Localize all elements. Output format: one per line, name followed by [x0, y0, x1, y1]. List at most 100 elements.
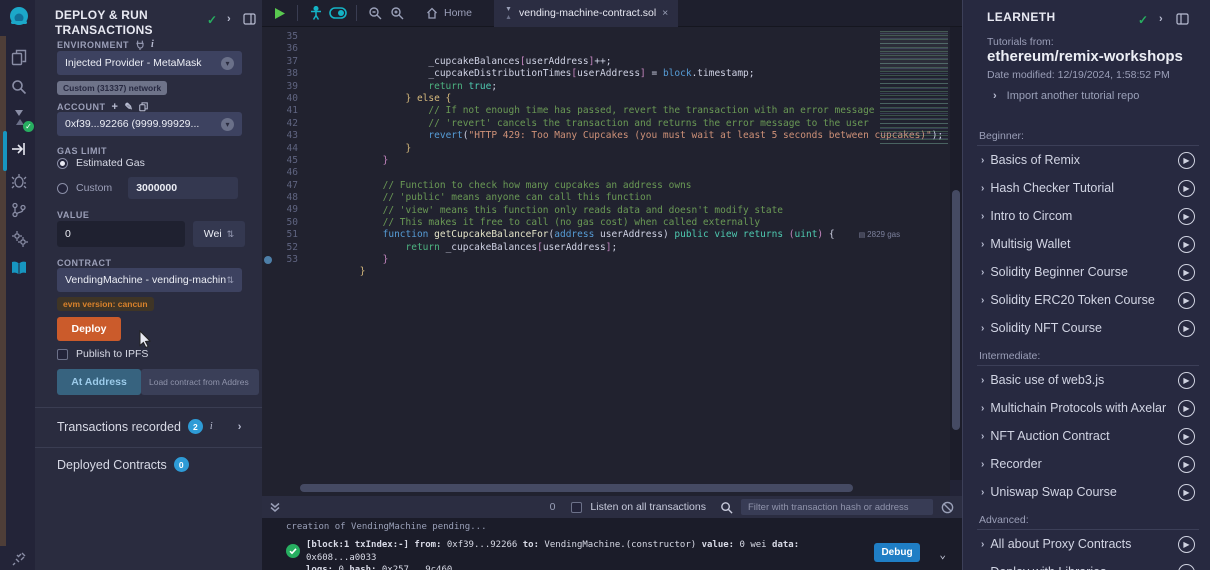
- play-tutorial-button[interactable]: ▶: [1178, 372, 1195, 389]
- line-number[interactable]: 38: [262, 68, 298, 80]
- listen-all-checkbox[interactable]: [571, 502, 582, 513]
- custom-gas-option[interactable]: Custom: [57, 177, 238, 199]
- tutorial-item[interactable]: › NFT Auction Contract ▶: [977, 422, 1199, 450]
- line-number[interactable]: 41: [262, 105, 298, 117]
- debug-button[interactable]: Debug: [874, 543, 920, 562]
- tutorial-item[interactable]: › Basic use of web3.js ▶: [977, 366, 1199, 394]
- play-tutorial-button[interactable]: ▶: [1178, 320, 1195, 337]
- solidity-compiler-icon[interactable]: ✓: [7, 105, 31, 129]
- line-number[interactable]: 53: [262, 254, 298, 266]
- tutorial-item[interactable]: › Basics of Remix ▶: [977, 146, 1199, 174]
- environment-select[interactable]: Injected Provider - MetaMask ▾: [57, 51, 242, 75]
- file-explorer-icon[interactable]: [7, 45, 31, 69]
- search-icon[interactable]: [7, 75, 31, 99]
- transactions-info-icon[interactable]: i: [210, 421, 213, 432]
- copy-account-icon[interactable]: [139, 102, 148, 112]
- tutorial-item[interactable]: › Solidity NFT Course ▶: [977, 314, 1199, 342]
- git-icon[interactable]: [7, 198, 31, 222]
- pin-panel-icon[interactable]: [1176, 13, 1189, 25]
- tutorial-item[interactable]: › Uniswap Swap Course ▶: [977, 478, 1199, 506]
- expand-panel-icon[interactable]: ›: [1159, 13, 1163, 25]
- editor-vertical-scrollbar[interactable]: [950, 27, 962, 480]
- expand-tx-icon[interactable]: ⌄: [939, 547, 946, 562]
- line-number[interactable]: 43: [262, 130, 298, 142]
- line-number[interactable]: 48: [262, 192, 298, 204]
- transactions-recorded-row[interactable]: Transactions recorded 2 i ›: [57, 419, 241, 434]
- line-number[interactable]: 52: [262, 242, 298, 254]
- line-number[interactable]: 50: [262, 217, 298, 229]
- tutorial-item[interactable]: › Multichain Protocols with Axelar ▶: [977, 394, 1199, 422]
- play-tutorial-button[interactable]: ▶: [1178, 264, 1195, 281]
- play-tutorial-button[interactable]: ▶: [1178, 428, 1195, 445]
- minimap-slider[interactable]: [880, 31, 948, 71]
- play-tutorial-button[interactable]: ▶: [1178, 180, 1195, 197]
- tutorial-item[interactable]: › All about Proxy Contracts ▶: [977, 530, 1199, 558]
- tutorial-item[interactable]: › Recorder ▶: [977, 450, 1199, 478]
- run-script-icon[interactable]: [268, 7, 290, 20]
- estimated-gas-radio[interactable]: [57, 158, 68, 169]
- deployed-contracts-row[interactable]: Deployed Contracts 0: [57, 457, 189, 472]
- contract-select[interactable]: VendingMachine - vending-machin ⇅: [57, 268, 242, 292]
- deploy-button[interactable]: Deploy: [57, 317, 121, 341]
- play-tutorial-button[interactable]: ▶: [1178, 292, 1195, 309]
- fork-environment-icon[interactable]: [135, 40, 145, 50]
- line-number[interactable]: 49: [262, 204, 298, 216]
- value-unit-select[interactable]: Wei ⇅: [193, 221, 245, 247]
- environment-info-icon[interactable]: i: [151, 39, 154, 50]
- publish-ipfs-row[interactable]: Publish to IPFS: [57, 348, 148, 360]
- scrollbar-thumb[interactable]: [952, 190, 960, 430]
- editor-minimap[interactable]: [880, 31, 948, 147]
- clear-console-icon[interactable]: [941, 501, 954, 514]
- tab-active-file[interactable]: vending-machine-contract.sol ×: [494, 0, 678, 27]
- play-tutorial-button[interactable]: ▶: [1178, 484, 1195, 501]
- custom-gas-radio[interactable]: [57, 183, 68, 194]
- sign-message-icon[interactable]: ✎: [124, 102, 133, 113]
- remix-logo[interactable]: [7, 5, 31, 29]
- transaction-log-row[interactable]: [block:1 txIndex:-] from: 0xf39...92266 …: [262, 539, 962, 570]
- collapse-terminal-icon[interactable]: [269, 501, 281, 513]
- play-tutorial-button[interactable]: ▶: [1178, 208, 1195, 225]
- learneth-plugin-icon[interactable]: [7, 256, 31, 280]
- editor-horizontal-scrollbar[interactable]: [262, 480, 950, 496]
- line-number[interactable]: 45: [262, 155, 298, 167]
- line-number[interactable]: 46: [262, 167, 298, 179]
- accessibility-icon[interactable]: [305, 6, 327, 20]
- tutorial-item[interactable]: › Multisig Wallet ▶: [977, 230, 1199, 258]
- zoom-in-icon[interactable]: [386, 6, 408, 20]
- tutorial-item[interactable]: › Solidity Beginner Course ▶: [977, 258, 1199, 286]
- play-tutorial-button[interactable]: ▶: [1178, 236, 1195, 253]
- debugger-icon[interactable]: [7, 169, 31, 193]
- plugin-connector-icon[interactable]: [7, 546, 31, 570]
- terminal-filter-input[interactable]: [741, 499, 933, 515]
- code-editor[interactable]: 35 _cupcakeBalances[userAddress]++; 36 _…: [262, 27, 962, 480]
- line-number[interactable]: 40: [262, 93, 298, 105]
- play-tutorial-button[interactable]: ▶: [1178, 400, 1195, 417]
- zoom-out-icon[interactable]: [364, 6, 386, 20]
- play-tutorial-button[interactable]: ▶: [1178, 536, 1195, 553]
- theme-toggle-icon[interactable]: [327, 7, 349, 19]
- custom-gas-input[interactable]: [128, 177, 238, 199]
- line-number[interactable]: 36: [262, 43, 298, 55]
- line-number[interactable]: 39: [262, 81, 298, 93]
- settings-icon[interactable]: [7, 226, 31, 250]
- account-select[interactable]: 0xf39...92266 (9999.99929... ▾: [57, 112, 242, 136]
- line-number[interactable]: 42: [262, 118, 298, 130]
- tutorial-item[interactable]: › Hash Checker Tutorial ▶: [977, 174, 1199, 202]
- deploy-run-icon[interactable]: [7, 137, 31, 161]
- value-input[interactable]: [57, 221, 185, 247]
- line-number[interactable]: 37: [262, 56, 298, 68]
- at-address-input[interactable]: [141, 369, 259, 395]
- line-number[interactable]: 51: [262, 229, 298, 241]
- play-tutorial-button[interactable]: ▶: [1178, 152, 1195, 169]
- close-tab-icon[interactable]: ×: [662, 7, 668, 19]
- tutorial-item[interactable]: › Deploy with Libraries ▶: [977, 558, 1199, 570]
- tutorial-item[interactable]: › Intro to Circom ▶: [977, 202, 1199, 230]
- tutorial-item[interactable]: › Solidity ERC20 Token Course ▶: [977, 286, 1199, 314]
- transactions-expand-icon[interactable]: ›: [238, 421, 242, 433]
- tab-home[interactable]: Home: [416, 0, 482, 27]
- publish-ipfs-checkbox[interactable]: [57, 349, 68, 360]
- import-repo-row[interactable]: › Import another tutorial repo: [993, 90, 1139, 102]
- expand-panel-icon[interactable]: ›: [227, 13, 231, 25]
- line-number[interactable]: 35: [262, 31, 298, 43]
- at-address-button[interactable]: At Address: [57, 369, 141, 395]
